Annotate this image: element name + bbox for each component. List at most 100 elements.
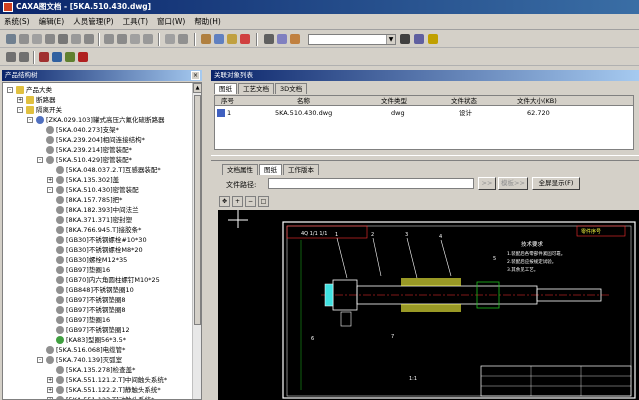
tree-node[interactable]: [GB97]垫圈16: [3, 315, 193, 325]
tree-node[interactable]: - [ZKA.029.103]罐式高压六氟化硫断路器: [3, 115, 193, 125]
tree-node[interactable]: [GB30]不锈钢螺栓#10*30: [3, 235, 193, 245]
pin-icon[interactable]: ×: [191, 71, 200, 80]
tree-node[interactable]: [GB97]不锈钢垫圈8: [3, 305, 193, 315]
collapse-icon[interactable]: -: [37, 357, 43, 363]
open-folder-icon[interactable]: [201, 34, 211, 44]
check-out-icon[interactable]: [117, 34, 127, 44]
tree-node[interactable]: - [5KA.510.429]密管装配*: [3, 155, 193, 165]
zoom-out-icon[interactable]: −: [245, 196, 256, 207]
redo-icon[interactable]: [19, 52, 29, 62]
tree-node[interactable]: [GB848]不锈钢垫圈10: [3, 285, 193, 295]
add-node-icon[interactable]: [39, 52, 49, 62]
print-icon[interactable]: [71, 34, 81, 44]
zoom-in-icon[interactable]: +: [232, 196, 243, 207]
collapse-icon[interactable]: -: [27, 117, 33, 123]
tree-node[interactable]: [5KA.135.278]检查盖*: [3, 365, 193, 375]
menu-tools[interactable]: 工具(T): [123, 16, 148, 27]
help-icon[interactable]: [428, 34, 438, 44]
release-icon[interactable]: [130, 34, 140, 44]
tree-node[interactable]: [8KA.157.785]把*: [3, 195, 193, 205]
tree-node[interactable]: [5KA.048.037.2.T]互感器装配*: [3, 165, 193, 175]
link-icon[interactable]: [165, 34, 175, 44]
forward-icon[interactable]: [32, 34, 42, 44]
menu-window[interactable]: 窗口(W): [157, 16, 185, 27]
remove-node-icon[interactable]: [78, 52, 88, 62]
tree-node[interactable]: + [5KA.551.123.T]动触头系统*: [3, 395, 193, 399]
tree-node[interactable]: [GB30]不锈钢螺栓M8*20: [3, 245, 193, 255]
expand-icon[interactable]: +: [47, 177, 53, 183]
menu-personnel[interactable]: 人员管理(P): [73, 16, 113, 27]
copy-icon[interactable]: [277, 34, 287, 44]
stop-icon[interactable]: [58, 34, 68, 44]
tree-node[interactable]: [8KA.182.393]中间法兰: [3, 205, 193, 215]
browse-icon[interactable]: [227, 34, 237, 44]
tree-node[interactable]: [5KA.239.214]密管装配*: [3, 145, 193, 155]
cut-icon[interactable]: [264, 34, 274, 44]
tree-node[interactable]: + [5KA.135.302]盖: [3, 175, 193, 185]
collapse-icon[interactable]: -: [37, 157, 43, 163]
drawing-canvas[interactable]: 4Q 1/1 1/1 零件序号 技术要求 1.装配后各零部件紧固可靠。 2.装配…: [218, 210, 639, 400]
edit-node-icon[interactable]: [52, 52, 62, 62]
undo-icon[interactable]: [6, 52, 16, 62]
col-file-size[interactable]: 文件大小(KB): [517, 96, 557, 106]
tree-node[interactable]: + [5KA.551.122.2.T]静触头系统*: [3, 385, 193, 395]
chevron-down-icon[interactable]: ▼: [386, 35, 395, 44]
binoculars-icon[interactable]: [400, 34, 410, 44]
tab-3d-docs[interactable]: 3D文档: [275, 83, 308, 94]
tree-node[interactable]: [5KA.239.204]相间连接结构*: [3, 135, 193, 145]
tree-node[interactable]: + [5KA.551.121.2.T]中间触头系统*: [3, 375, 193, 385]
tree-node[interactable]: - [5KA.740.139]灭弧室: [3, 355, 193, 365]
tree-node[interactable]: [8KA.371.371]密封塑: [3, 215, 193, 225]
tree-node[interactable]: [GB97]不锈钢垫圈12: [3, 325, 193, 335]
unlink-icon[interactable]: [178, 34, 188, 44]
collapse-icon[interactable]: -: [17, 107, 23, 113]
menu-help[interactable]: 帮助(H): [194, 16, 221, 27]
delete-icon[interactable]: [240, 34, 250, 44]
tree-node[interactable]: [GB30]螺栓M12*35: [3, 255, 193, 265]
col-file-type[interactable]: 文件类型: [381, 96, 407, 106]
collapse-icon[interactable]: -: [7, 87, 13, 93]
tree-node[interactable]: + 断路器: [3, 95, 193, 105]
fullscreen-button[interactable]: 全屏显示(F): [532, 177, 580, 190]
save-icon[interactable]: [214, 34, 224, 44]
search-combo[interactable]: ▼: [308, 34, 396, 45]
tab-process-docs[interactable]: 工艺文档: [238, 83, 274, 94]
tree-node[interactable]: [5KA.040.273]支架*: [3, 125, 193, 135]
preview-icon[interactable]: [84, 34, 94, 44]
expand-icon[interactable]: +: [17, 97, 23, 103]
col-file-status[interactable]: 文件状态: [451, 96, 477, 106]
version-icon[interactable]: [143, 34, 153, 44]
tree-node[interactable]: [5KA.516.068]电缆管*: [3, 345, 193, 355]
tree-node[interactable]: [GB97]不锈钢垫圈8: [3, 295, 193, 305]
paste-icon[interactable]: [290, 34, 300, 44]
move-node-icon[interactable]: [65, 52, 75, 62]
back-icon[interactable]: [19, 34, 29, 44]
tab-drawing-view[interactable]: 图纸: [259, 164, 282, 175]
refresh-icon[interactable]: [45, 34, 55, 44]
tree-node[interactable]: - 隔离开关: [3, 105, 193, 115]
pan-icon[interactable]: ✥: [219, 196, 230, 207]
menu-edit[interactable]: 编辑(E): [39, 16, 65, 27]
pane-splitter[interactable]: [211, 155, 639, 161]
tab-working-version[interactable]: 工作版本: [283, 164, 319, 175]
zoom-fit-icon[interactable]: □: [258, 196, 269, 207]
scroll-up-icon[interactable]: ▲: [193, 83, 201, 93]
tree-node[interactable]: - [5KA.510.430]密管装配: [3, 185, 193, 195]
tree-node[interactable]: [KA83]型圈56*3.5*: [3, 335, 193, 345]
scroll-thumb[interactable]: [194, 95, 201, 325]
tree-node[interactable]: [GB97]垫圈16: [3, 265, 193, 275]
col-index[interactable]: 序号: [221, 96, 234, 106]
home-icon[interactable]: [6, 34, 16, 44]
nav-next-button[interactable]: >>: [478, 177, 496, 190]
tree-node[interactable]: [8KA.766.945.T]接胶条*: [3, 225, 193, 235]
template-button[interactable]: 模板>>: [498, 177, 528, 190]
collapse-icon[interactable]: -: [47, 187, 53, 193]
tree-node[interactable]: - 产品大类: [3, 85, 193, 95]
tab-drawings[interactable]: 图纸: [214, 83, 237, 94]
check-in-icon[interactable]: [104, 34, 114, 44]
expand-icon[interactable]: +: [47, 377, 53, 383]
col-name[interactable]: 名称: [297, 96, 310, 106]
tree-node[interactable]: [GB70]内六角圆柱螺钉M10*25: [3, 275, 193, 285]
table-row[interactable]: 1 5KA.510.430.dwg dwg 设计 62.720: [215, 108, 633, 118]
expand-icon[interactable]: +: [47, 387, 53, 393]
